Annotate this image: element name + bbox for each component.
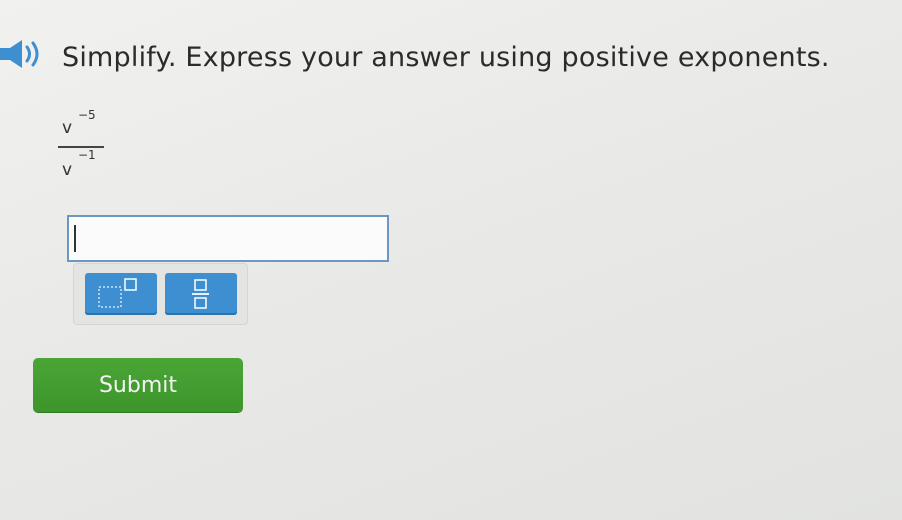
numerator-base: v: [62, 118, 73, 138]
math-toolbar: [73, 263, 248, 325]
exponent-template-icon: [98, 278, 137, 308]
speaker-icon[interactable]: [0, 38, 46, 70]
question-prompt: Simplify. Express your answer using posi…: [62, 42, 830, 73]
numerator-exponent: −5: [78, 108, 96, 122]
submit-button[interactable]: Submit: [33, 358, 243, 412]
exponent-button[interactable]: [85, 273, 157, 315]
text-caret: [74, 225, 76, 252]
answer-input[interactable]: [67, 215, 389, 262]
fraction-button[interactable]: [165, 273, 237, 315]
denominator-base: v: [62, 160, 73, 180]
expression-fraction: v −5 v −1: [58, 106, 118, 186]
fraction-template-icon: [192, 279, 209, 309]
denominator-exponent: −1: [78, 148, 96, 162]
